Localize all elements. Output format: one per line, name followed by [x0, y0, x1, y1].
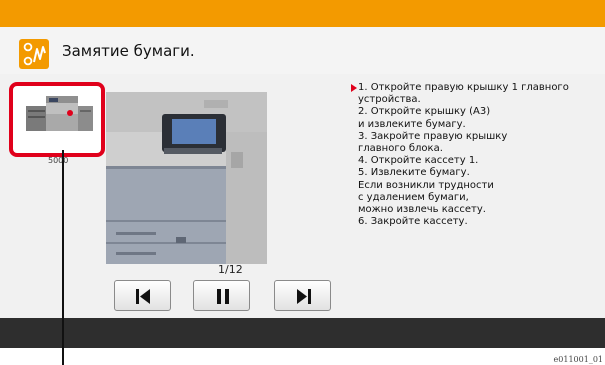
figure-reference: e011001_01 — [553, 355, 603, 364]
paper-jam-icon — [19, 39, 49, 69]
pause-button[interactable] — [193, 280, 250, 311]
title-bar: Замятие бумаги. — [0, 27, 605, 74]
instruction-line: и извлеките бумагу. — [358, 118, 466, 130]
next-button[interactable] — [274, 280, 331, 311]
instruction-line: главного блока. — [358, 143, 443, 155]
instruction-line: устройства. — [358, 94, 421, 106]
instruction-line: 5. Извлеките бумагу. — [358, 167, 470, 179]
device-thumbnail[interactable] — [9, 82, 105, 157]
instruction-line: 2. Откройте крышку (A3) — [358, 106, 491, 118]
instruction-text: 1. Откройте правую крышку 1 главного уст… — [351, 82, 598, 228]
instruction-line: Если возникли трудности — [358, 179, 494, 191]
instruction-line: с удалением бумаги, — [358, 191, 469, 203]
pause-icon — [217, 289, 229, 304]
callout-line — [62, 150, 64, 365]
printer-illustration — [106, 92, 267, 264]
instruction-line: 1. Откройте правую крышку 1 главного — [358, 82, 569, 93]
page-counter: 1/12 — [218, 263, 243, 276]
instruction-line: 6. Закройте кассету. — [358, 216, 468, 228]
instruction-line: 3. Закройте правую крышку — [358, 130, 508, 142]
jam-guide-panel: Замятие бумаги. 5000 1/12 1. Откройте пр… — [0, 0, 605, 348]
skip-forward-icon — [297, 289, 311, 304]
instruction-line: 4. Откройте кассету 1. — [358, 155, 479, 167]
previous-button[interactable] — [114, 280, 171, 311]
page-title: Замятие бумаги. — [62, 42, 195, 60]
skip-back-icon — [136, 289, 150, 304]
current-step-marker — [351, 84, 357, 92]
content-area: 5000 1/12 1. Откройте правую крышку 1 гл… — [0, 74, 605, 318]
status-bar — [0, 0, 605, 27]
bottom-bar — [0, 318, 605, 348]
thumbnail-caption: 5000 — [48, 156, 69, 165]
instruction-line: можно извлечь кассету. — [358, 204, 486, 216]
